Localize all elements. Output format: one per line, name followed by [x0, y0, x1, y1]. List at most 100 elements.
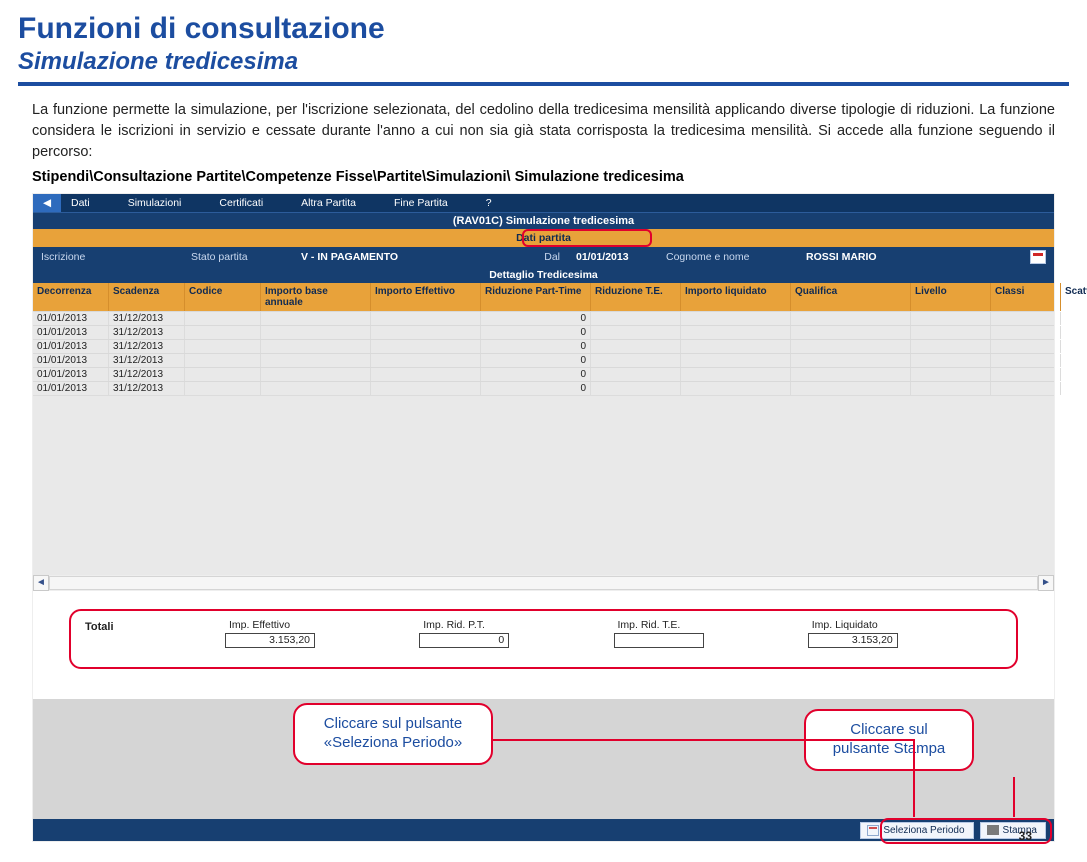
- cell: [185, 312, 261, 325]
- table-row[interactable]: 01/01/201331/12/20130: [33, 311, 1054, 325]
- col-riduzione-te: Riduzione T.E.: [591, 283, 681, 311]
- imp-rid-te-value: [614, 633, 704, 648]
- seleziona-periodo-button[interactable]: Seleziona Periodo: [860, 822, 973, 839]
- cell: [261, 382, 371, 395]
- menu-fine-partita[interactable]: Fine Partita: [384, 197, 476, 209]
- cell: [591, 326, 681, 339]
- cell-scad: 31/12/2013: [109, 368, 185, 381]
- cell-ridpt: 0: [481, 340, 591, 353]
- cell: [185, 382, 261, 395]
- imp-rid-pt-label: Imp. Rid. P.T.: [419, 619, 613, 631]
- menu-dati[interactable]: Dati: [61, 197, 118, 209]
- cell: [791, 382, 911, 395]
- blank-area: [33, 395, 1054, 575]
- cell: [261, 340, 371, 353]
- imp-liquidato-value: 3.153,20: [808, 633, 898, 648]
- intro-text: La funzione permette la simulazione, per…: [18, 100, 1069, 169]
- cell: [591, 368, 681, 381]
- info-row: Iscrizione Stato partita V - IN PAGAMENT…: [33, 247, 1054, 267]
- cell-dec: 01/01/2013: [33, 354, 109, 367]
- stampa-button[interactable]: Stampa: [980, 822, 1046, 839]
- scroll-left-icon[interactable]: ◄: [33, 575, 49, 591]
- cell: [911, 354, 991, 367]
- leader-line: [1013, 777, 1015, 817]
- cell: [991, 354, 1061, 367]
- table-row[interactable]: 01/01/201331/12/20130: [33, 381, 1054, 395]
- col-riduzione-pt: Riduzione Part-Time: [481, 283, 591, 311]
- cell: [261, 368, 371, 381]
- cell: [911, 340, 991, 353]
- highlight-dati-partita: [522, 229, 652, 247]
- cell-scad: 31/12/2013: [109, 326, 185, 339]
- calendar-icon[interactable]: [1030, 250, 1046, 264]
- cell: [991, 340, 1061, 353]
- cell-scad: 31/12/2013: [109, 340, 185, 353]
- breadcrumb-path: Stipendi\Consultazione Partite\Competenz…: [18, 169, 1069, 193]
- cell: [371, 354, 481, 367]
- menu-altra-partita[interactable]: Altra Partita: [291, 197, 384, 209]
- imp-effettivo-label: Imp. Effettivo: [225, 619, 419, 631]
- col-importo-effettivo: Importo Effettivo: [371, 283, 481, 311]
- scroll-right-icon[interactable]: ►: [1038, 575, 1054, 591]
- totali-label: Totali: [85, 619, 225, 633]
- col-importo-liquidato: Importo liquidato: [681, 283, 791, 311]
- cell: [261, 312, 371, 325]
- page-subtitle: Simulazione tredicesima: [18, 48, 1069, 76]
- cell-scad: 31/12/2013: [109, 382, 185, 395]
- cell-ridpt: 0: [481, 312, 591, 325]
- cell-dec: 01/01/2013: [33, 312, 109, 325]
- totali-section: Totali Imp. Effettivo 3.153,20 Imp. Rid.…: [33, 591, 1054, 699]
- dettaglio-label: Dettaglio Tredicesima: [489, 269, 598, 281]
- cell: [791, 312, 911, 325]
- cell: [1061, 312, 1087, 325]
- cell: [261, 326, 371, 339]
- cell: [681, 312, 791, 325]
- dal-label: Dal: [463, 251, 568, 263]
- menu-help[interactable]: ?: [476, 197, 520, 209]
- menu-bar: ◀ Dati Simulazioni Certificati Altra Par…: [33, 194, 1054, 212]
- cell: [991, 368, 1061, 381]
- cell: [991, 312, 1061, 325]
- cell: [185, 368, 261, 381]
- printer-icon: [987, 825, 999, 835]
- cell: [681, 340, 791, 353]
- table-row[interactable]: 01/01/201331/12/20130: [33, 325, 1054, 339]
- seleziona-periodo-label: Seleziona Periodo: [883, 825, 964, 836]
- imp-rid-pt-value: 0: [419, 633, 509, 648]
- cell: [591, 354, 681, 367]
- iscrizione-label: Iscrizione: [33, 251, 183, 263]
- callout-seleziona-periodo: Cliccare sul pulsante «Seleziona Periodo…: [293, 703, 493, 765]
- menu-certificati[interactable]: Certificati: [209, 197, 291, 209]
- table-row[interactable]: 01/01/201331/12/20130: [33, 353, 1054, 367]
- cognome-value: ROSSI MARIO: [798, 251, 1024, 263]
- stato-label: Stato partita: [183, 251, 293, 263]
- cell: [791, 326, 911, 339]
- table-row[interactable]: 01/01/201331/12/20130: [33, 367, 1054, 381]
- scroll-track[interactable]: [49, 576, 1038, 590]
- cell: [911, 382, 991, 395]
- horizontal-scrollbar[interactable]: ◄ ►: [33, 575, 1054, 591]
- dal-value: 01/01/2013: [568, 251, 658, 263]
- cell-dec: 01/01/2013: [33, 326, 109, 339]
- cell: [681, 368, 791, 381]
- cell: [371, 368, 481, 381]
- section-dati-partita: Dati partita: [33, 229, 1054, 247]
- table-row[interactable]: 01/01/201331/12/2013 0: [33, 339, 1054, 353]
- calendar-icon: [867, 825, 879, 836]
- section-dettaglio: Dettaglio Tredicesima: [33, 267, 1054, 283]
- cell: [991, 382, 1061, 395]
- imp-liquidato-label: Imp. Liquidato: [808, 619, 1002, 631]
- imp-effettivo-value: 3.153,20: [225, 633, 315, 648]
- cell: [371, 340, 481, 353]
- cell: [1061, 382, 1087, 395]
- cell: [911, 312, 991, 325]
- cell-scad: 31/12/2013: [109, 354, 185, 367]
- cell: [681, 354, 791, 367]
- app-logo-icon: ◀: [33, 194, 61, 212]
- leader-line: [493, 739, 913, 741]
- menu-simulazioni[interactable]: Simulazioni: [118, 197, 210, 209]
- table-header: Decorrenza Scadenza Codice Importo base …: [33, 283, 1054, 311]
- cell: [911, 326, 991, 339]
- cell-dec: 01/01/2013: [33, 340, 109, 353]
- cell: [185, 354, 261, 367]
